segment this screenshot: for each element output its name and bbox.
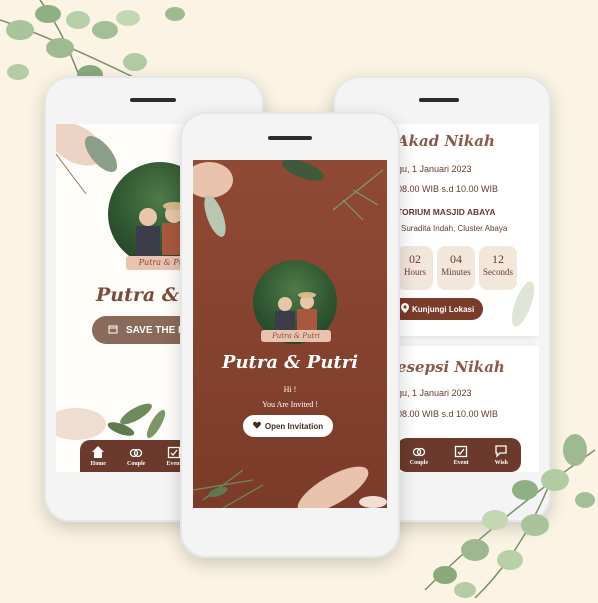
calendar-check-icon — [167, 445, 181, 461]
countdown-minutes-value: 04 — [450, 252, 462, 266]
bottom-nav: Home Couple Event — [80, 440, 192, 472]
couple-ribbon: Putra & Putri — [261, 330, 331, 342]
nav-couple-label: Couple — [126, 461, 146, 467]
countdown-minutes: 04 Minutes — [437, 246, 475, 290]
nav-couple[interactable]: Couple — [127, 445, 145, 467]
floral-decoration-bottom — [193, 450, 387, 508]
akad-venue: TORIUM MASJID ABAYA — [397, 207, 496, 217]
speaker — [268, 136, 312, 140]
invited-text: You Are Invited ! — [262, 400, 318, 409]
resepsi-title: esepsi Nikah — [397, 358, 505, 376]
countdown-hours-value: 02 — [409, 252, 421, 266]
heart-icon — [253, 421, 261, 431]
couple-names: Putra & Putri — [221, 352, 359, 373]
home-icon — [91, 445, 105, 461]
visit-location-label: Kunjungi Lokasi — [412, 304, 475, 314]
speaker — [130, 98, 176, 102]
phone-center: Putra & Putri Putra & Putri Hi ! You Are… — [180, 112, 400, 558]
akad-time: 08.00 WIB s.d 10.00 WIB — [397, 184, 499, 194]
rings-icon — [129, 445, 143, 461]
countdown-minutes-label: Minutes — [441, 267, 471, 277]
nav-home-label: Home — [90, 461, 106, 467]
resepsi-date: gu, 1 Januari 2023 — [397, 388, 472, 398]
akad-title: Akad Nikah — [397, 132, 495, 150]
eucalyptus-bottom-right — [415, 430, 598, 599]
countdown-hours: 02 Hours — [397, 246, 433, 290]
open-invitation-button[interactable]: Open Invitation — [243, 415, 333, 437]
akad-date: gu, 1 Januari 2023 — [397, 164, 472, 174]
calendar-icon — [108, 324, 118, 337]
screen-center: Putra & Putri Putra & Putri Hi ! You Are… — [193, 160, 387, 508]
nav-home[interactable]: Home — [91, 445, 106, 467]
countdown-hours-label: Hours — [404, 267, 426, 277]
speaker — [419, 98, 459, 102]
open-invitation-label: Open Invitation — [264, 421, 324, 431]
leaf-decoration — [495, 274, 539, 334]
akad-address: Suradita Indah, Cluster Abaya — [401, 224, 508, 233]
greeting: Hi ! — [283, 385, 297, 394]
countdown-seconds-value: 12 — [492, 252, 504, 266]
visit-location-button[interactable]: Kunjungi Lokasi — [397, 298, 483, 320]
map-pin-icon — [401, 303, 409, 315]
floral-decoration-top — [193, 160, 387, 250]
resepsi-time: 08.00 WIB s.d 10.00 WIB — [397, 409, 499, 419]
